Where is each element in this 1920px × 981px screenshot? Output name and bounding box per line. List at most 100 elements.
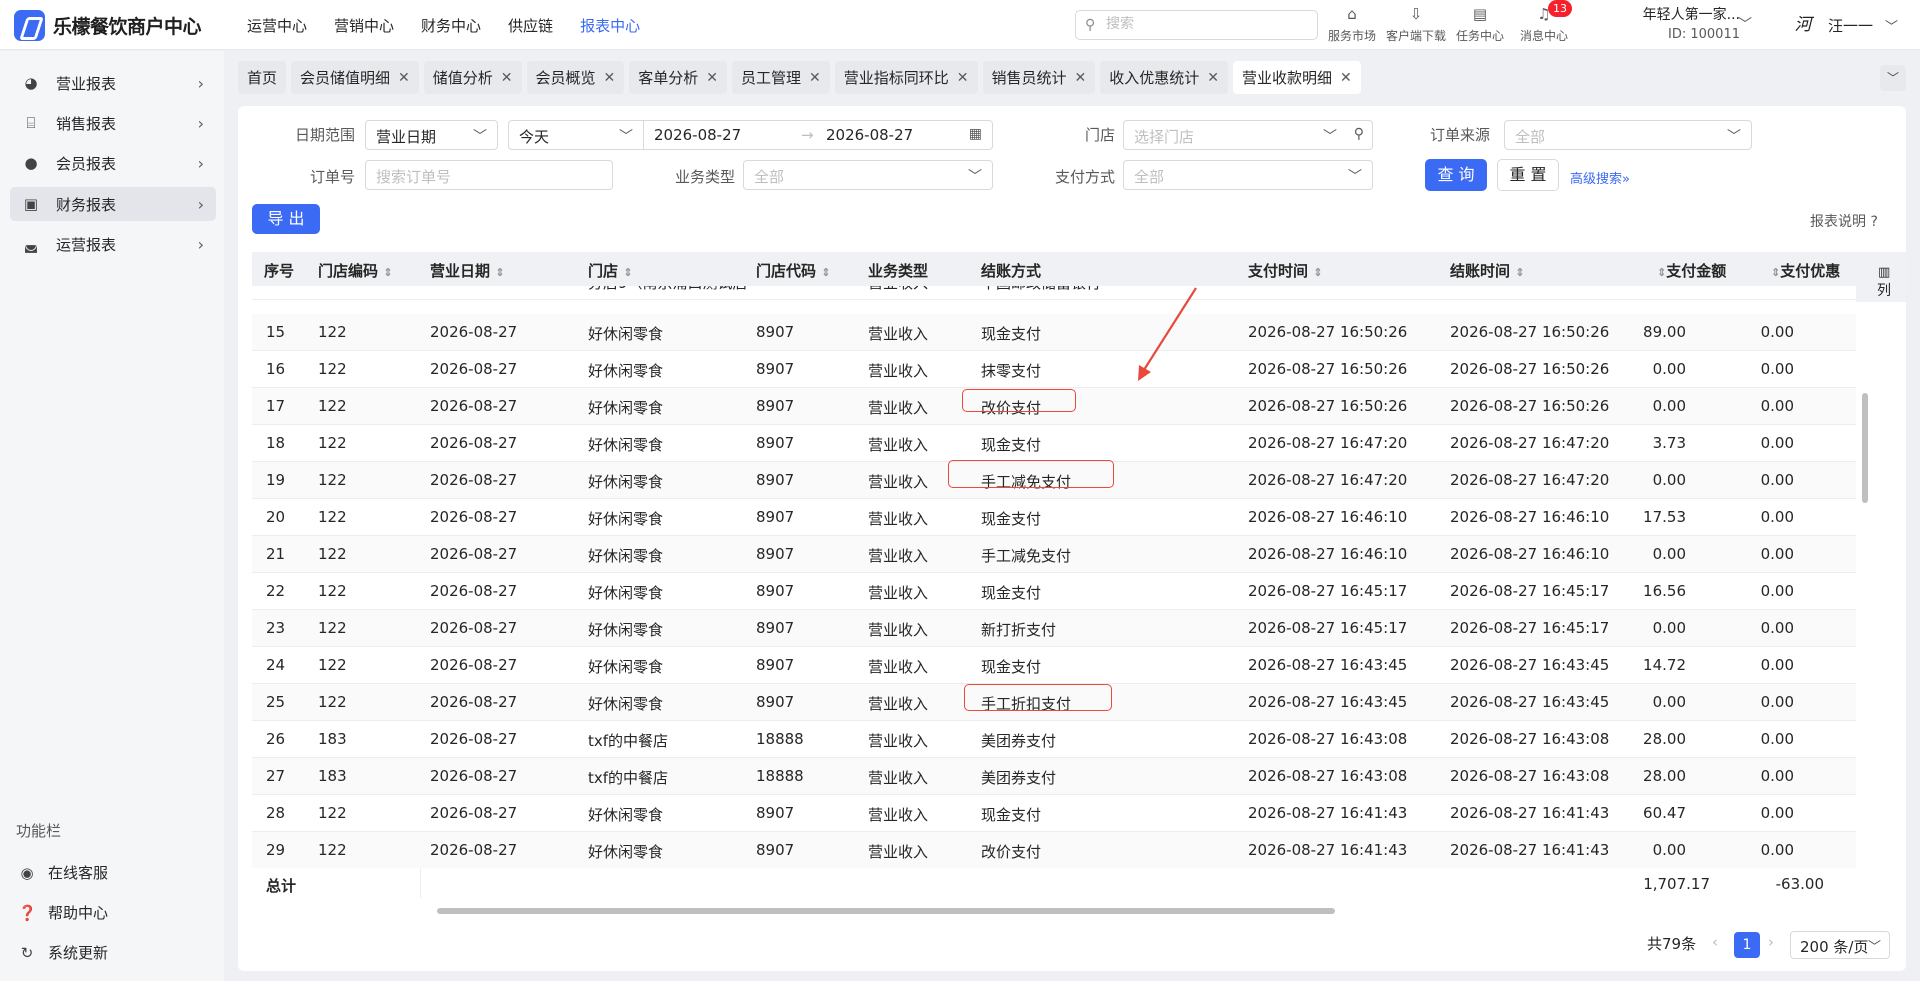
nav-operations[interactable]: 运营中心 <box>247 15 307 36</box>
sidebar-item-operations-report[interactable]: ◛ 运营报表 › <box>10 227 216 261</box>
table-cell: 0.00 <box>1760 545 1794 563</box>
query-button[interactable]: 查 询 <box>1425 159 1487 191</box>
payment-method-select[interactable]: 全部 ﹀ <box>1123 160 1373 190</box>
tab-order-analysis[interactable]: 客单分析 ✕ <box>629 61 728 94</box>
table-row[interactable]: 22 122 2026-08-27 好休闲零食 8907 营业收入 现金支付 2026-08-… <box>252 573 1856 610</box>
search-input[interactable] <box>1106 16 1306 32</box>
tab-business-metrics-compare[interactable]: 营业指标同环比 ✕ <box>834 61 978 94</box>
close-icon[interactable]: ✕ <box>809 70 821 86</box>
table-cell: 16.56 <box>1643 582 1686 600</box>
close-icon[interactable]: ✕ <box>398 70 410 86</box>
system-update-link[interactable]: ↻ 系统更新 <box>18 942 108 963</box>
table-row[interactable]: 27 183 2026-08-27 txf的中餐店 18888 营业收入 美团券支付 2026… <box>252 758 1856 795</box>
wallet-icon: ▣ <box>23 195 39 213</box>
sidebar-item-finance-report[interactable]: ▣ 财务报表 › <box>10 187 216 221</box>
horizontal-scrollbar[interactable] <box>437 908 1335 914</box>
table-cell: 2026-08-27 16:45:17 <box>1248 582 1408 600</box>
table-row[interactable]: 21 122 2026-08-27 好休闲零食 8907 营业收入 手工减免支付 2026-0… <box>252 536 1856 573</box>
tab-member-overview[interactable]: 会员概览 ✕ <box>526 61 625 94</box>
chevron-down-icon[interactable]: ﹀ <box>1738 14 1752 34</box>
table-row[interactable]: 24 122 2026-08-27 好休闲零食 8907 营业收入 现金支付 2026-08-… <box>252 647 1856 684</box>
sidebar-item-member-report[interactable]: ● 会员报表 › <box>10 146 216 180</box>
user-menu[interactable]: 河 汪一一 ﹀ <box>1790 12 1899 38</box>
table-row[interactable]: 15 122 2026-08-27 好休闲零食 8907 营业收入 现金支付 2026-08-… <box>252 314 1856 351</box>
date-range-picker[interactable]: 2026-08-27 → 2026-08-27 ▦ <box>643 120 993 150</box>
message-center-button[interactable]: ♫ 13 消息中心 <box>1512 0 1576 47</box>
close-icon[interactable]: ✕ <box>957 70 969 86</box>
advanced-search-link[interactable]: 高级搜索» <box>1570 168 1630 187</box>
close-icon[interactable]: ✕ <box>501 70 513 86</box>
store-select[interactable]: 选择门店 ﹀ ⚲ <box>1123 120 1373 150</box>
close-icon[interactable]: ✕ <box>604 70 616 86</box>
date-start[interactable]: 2026-08-27 <box>654 126 741 144</box>
table-cell: 2026-08-27 <box>430 508 518 526</box>
tenant-switcher[interactable]: 年轻人第一家... ID: 100011 <box>1620 5 1740 45</box>
col-business-date[interactable]: 营业日期 ⇕ <box>430 260 504 281</box>
table-cell: 0.00 <box>1760 471 1794 489</box>
business-type-select[interactable]: 全部 ﹀ <box>743 160 993 190</box>
date-type-select[interactable]: 营业日期 ﹀ <box>365 120 498 150</box>
order-source-select[interactable]: 全部 ﹀ <box>1504 120 1752 150</box>
table-cell: 2026-08-27 16:45:17 <box>1248 619 1408 637</box>
col-pay-amount[interactable]: ⇕支付金额 <box>1657 260 1726 281</box>
export-button[interactable]: 导 出 <box>252 204 320 234</box>
tab-salesperson-stats[interactable]: 销售员统计 ✕ <box>982 61 1096 94</box>
tab-business-payment-detail[interactable]: 营业收款明细 ✕ <box>1233 61 1361 94</box>
table-cell: 2026-08-27 <box>430 767 518 785</box>
col-pay-discount[interactable]: ⇕支付优惠 <box>1771 260 1840 281</box>
tab-staff-management[interactable]: 员工管理 ✕ <box>732 61 830 94</box>
page-size-select[interactable]: 200 条/页 ﹀ <box>1790 931 1890 959</box>
reset-button[interactable]: 重 置 <box>1497 159 1559 191</box>
tab-home[interactable]: 首页 <box>238 61 287 94</box>
close-icon[interactable]: ✕ <box>706 70 718 86</box>
nav-reports[interactable]: 报表中心 <box>580 15 640 36</box>
col-store[interactable]: 门店 ⇕ <box>588 260 632 281</box>
task-center-button[interactable]: ▤ 任务中心 <box>1448 3 1512 47</box>
vertical-scrollbar[interactable] <box>1862 393 1868 503</box>
col-settle-method: 结账方式 <box>981 262 1042 280</box>
service-market-button[interactable]: ⌂ 服务市场 <box>1320 3 1384 47</box>
close-icon[interactable]: ✕ <box>1340 70 1352 86</box>
sidebar-item-business-report[interactable]: ◕ 营业报表 › <box>10 66 216 100</box>
online-support-link[interactable]: ◉ 在线客服 <box>18 862 108 883</box>
brand-logo[interactable]: 乐檬餐饮商户中心 <box>14 10 202 41</box>
nav-marketing[interactable]: 营销中心 <box>334 15 394 36</box>
col-store-code[interactable]: 门店编码 ⇕ <box>318 260 392 281</box>
table-row[interactable]: 16 122 2026-08-27 好休闲零食 8907 营业收入 抹零支付 2026-08-… <box>252 351 1856 388</box>
close-icon[interactable]: ✕ <box>1207 70 1219 86</box>
date-preset-select[interactable]: 今天 ﹀ <box>508 120 643 150</box>
table-cell: 营业收入 <box>868 732 929 750</box>
help-center-link[interactable]: ❓ 帮助中心 <box>18 902 108 923</box>
table-row[interactable]: 28 122 2026-08-27 好休闲零食 8907 营业收入 现金支付 2026-08-… <box>252 795 1856 832</box>
page-1-button[interactable]: 1 <box>1734 932 1760 958</box>
sidebar-item-sales-report[interactable]: ⌸ 销售报表 › <box>10 106 216 140</box>
download-icon: ⇩ <box>1409 5 1423 23</box>
client-download-button[interactable]: ⇩ 客户端下载 <box>1384 3 1448 47</box>
tab-member-deposit-detail[interactable]: 会员储值明细 ✕ <box>291 61 419 94</box>
date-end[interactable]: 2026-08-27 <box>826 126 913 144</box>
tab-income-discount-stats[interactable]: 收入优惠统计 ✕ <box>1100 61 1229 94</box>
col-pay-time[interactable]: 支付时间 ⇕ <box>1248 260 1322 281</box>
col-settle-time[interactable]: 结账时间 ⇕ <box>1450 260 1524 281</box>
table-cell: 0.00 <box>1760 841 1794 859</box>
tabs-more-button[interactable]: ﹀ <box>1880 65 1906 91</box>
prev-page-button[interactable]: ‹ <box>1712 933 1718 951</box>
inbox-icon: ◛ <box>23 235 39 253</box>
col-store-id[interactable]: 门店代码 ⇕ <box>756 260 830 281</box>
global-search[interactable]: ⚲ <box>1075 10 1318 40</box>
close-icon[interactable]: ✕ <box>1075 70 1087 86</box>
tab-deposit-analysis[interactable]: 储值分析 ✕ <box>423 61 522 94</box>
column-settings-button[interactable]: ▥ 列 <box>1856 252 1906 302</box>
report-note-link[interactable]: 报表说明 ? <box>1810 211 1878 231</box>
table-row[interactable]: 18 122 2026-08-27 好休闲零食 8907 营业收入 现金支付 2026-08-… <box>252 425 1856 462</box>
nav-finance[interactable]: 财务中心 <box>421 15 481 36</box>
nav-supply-chain[interactable]: 供应链 <box>508 15 553 36</box>
next-page-button[interactable]: › <box>1768 933 1774 951</box>
table-row[interactable]: 23 122 2026-08-27 好休闲零食 8907 营业收入 新打折支付 2026-08… <box>252 610 1856 647</box>
table-row[interactable]: 20 122 2026-08-27 好休闲零食 8907 营业收入 现金支付 2026-08-… <box>252 499 1856 536</box>
table-row[interactable]: 26 183 2026-08-27 txf的中餐店 18888 营业收入 美团券支付 2026… <box>252 721 1856 758</box>
table-cell: 营业收入 <box>868 362 929 380</box>
order-no-input[interactable]: 搜索订单号 <box>365 160 613 190</box>
table-row[interactable]: 29 122 2026-08-27 好休闲零食 8907 营业收入 改价支付 2026-08-… <box>252 832 1856 869</box>
search-icon[interactable]: ⚲ <box>1354 126 1364 142</box>
